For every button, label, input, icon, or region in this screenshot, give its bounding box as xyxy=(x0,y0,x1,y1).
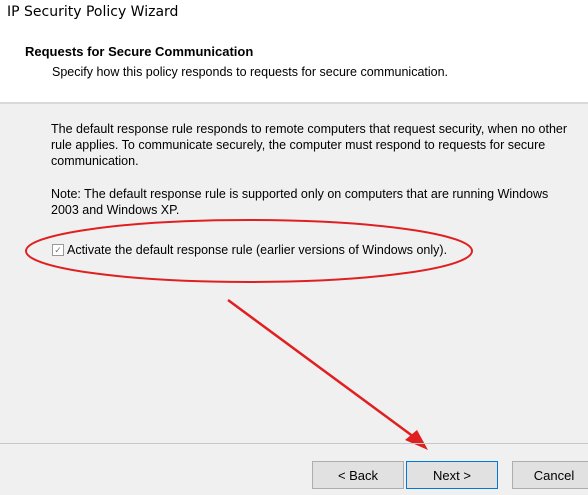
annotation-arrow-line xyxy=(227,298,419,442)
back-button[interactable]: < Back xyxy=(312,461,404,489)
highlight-ellipse xyxy=(25,219,473,283)
cancel-button[interactable]: Cancel xyxy=(512,461,588,489)
annotation-overlay xyxy=(25,219,473,450)
next-button[interactable]: Next > xyxy=(406,461,498,489)
footer-divider xyxy=(0,443,588,444)
